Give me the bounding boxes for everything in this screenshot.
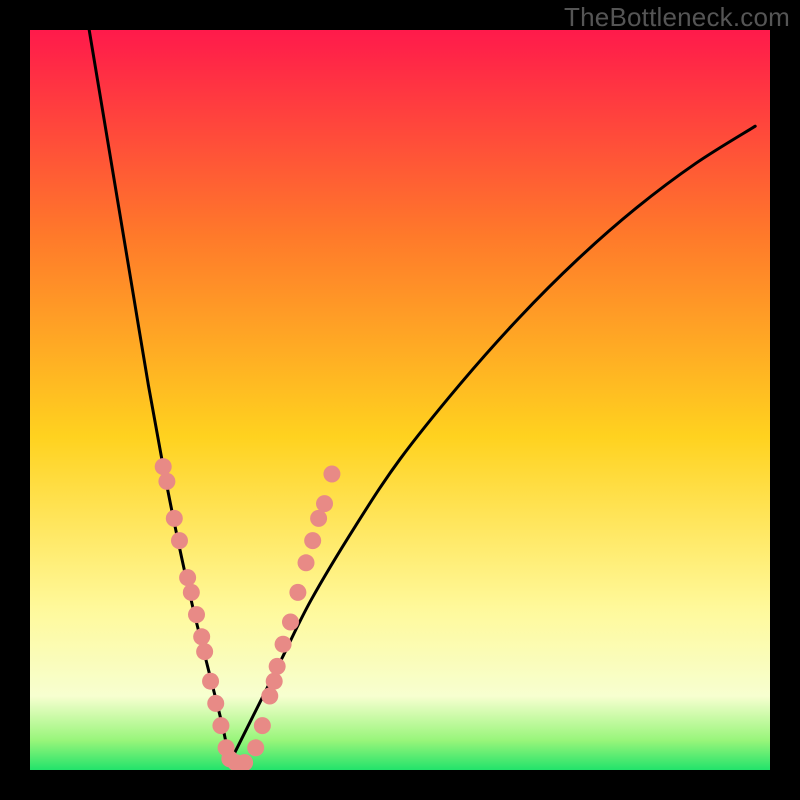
highlight-dot [155,458,172,475]
highlight-dot [266,673,283,690]
highlight-dot [247,739,264,756]
highlight-dot [269,658,286,675]
highlight-dot [183,584,200,601]
highlight-dot [202,673,219,690]
highlight-dot [323,466,340,483]
highlight-dot [188,606,205,623]
highlight-dot [196,643,213,660]
highlight-dot [254,717,271,734]
highlight-dot [261,688,278,705]
highlight-dot [212,717,229,734]
highlight-dot [310,510,327,527]
chart-frame: TheBottleneck.com [0,0,800,800]
highlight-dot [304,532,321,549]
highlight-dot [193,628,210,645]
highlight-dot [282,614,299,631]
highlight-dot [289,584,306,601]
highlight-dot [207,695,224,712]
highlight-dots [155,458,341,770]
watermark-text: TheBottleneck.com [564,2,790,33]
highlight-dot [298,554,315,571]
highlight-dot [171,532,188,549]
highlight-dot [166,510,183,527]
highlight-dot [158,473,175,490]
bottleneck-curve [30,30,770,770]
curve-right-branch [230,126,755,762]
highlight-dot [179,569,196,586]
highlight-dot [275,636,292,653]
plot-area [30,30,770,770]
highlight-dot [316,495,333,512]
